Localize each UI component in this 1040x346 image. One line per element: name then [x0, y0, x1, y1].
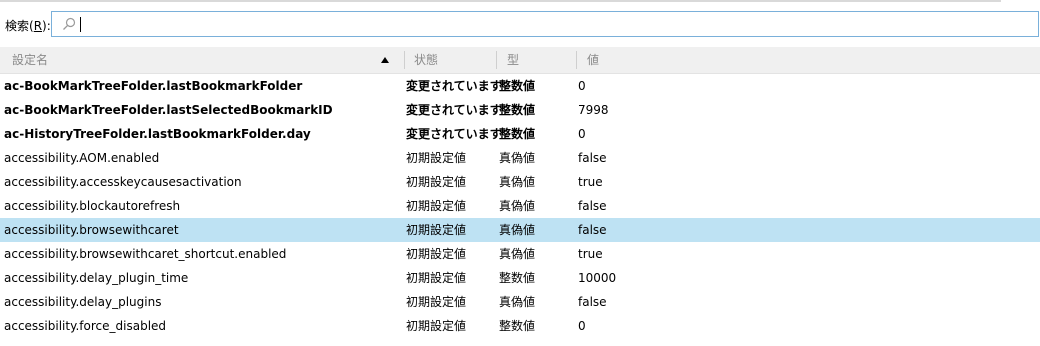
- table-body: ac-BookMarkTreeFolder.lastBookmarkFolder…: [0, 74, 1040, 338]
- pref-name: accessibility.accesskeycausesactivation: [4, 175, 242, 189]
- pref-status: 変更されています: [406, 79, 502, 93]
- pref-status: 変更されています: [406, 127, 502, 141]
- pref-name: accessibility.delay_plugins: [4, 295, 162, 309]
- pref-value: 0: [578, 319, 586, 333]
- pref-status: 初期設定値: [406, 295, 467, 309]
- table-row[interactable]: accessibility.delay_plugin_time 初期設定値 整数値 1…: [0, 266, 1040, 290]
- table-row[interactable]: accessibility.delay_plugins 初期設定値 真偽値 false: [0, 290, 1040, 314]
- preferences-table: 設定名 状態 型 値 ac-BookMarkTreeFolder.lastBoo…: [0, 47, 1040, 338]
- search-icon: [63, 17, 76, 30]
- pref-type: 整数値: [499, 271, 536, 285]
- pref-status: 初期設定値: [406, 319, 467, 333]
- pref-type: 整数値: [499, 79, 536, 93]
- pref-status: 初期設定値: [406, 151, 467, 165]
- pref-status: 変更されています: [406, 103, 502, 117]
- pref-name: accessibility.delay_plugin_time: [4, 271, 189, 285]
- pref-type: 真偽値: [499, 295, 536, 309]
- column-divider[interactable]: [496, 51, 497, 69]
- pref-type: 真偽値: [499, 223, 536, 237]
- pref-value: 10000: [578, 271, 617, 285]
- pref-status: 初期設定値: [406, 175, 467, 189]
- pref-status: 初期設定値: [406, 199, 467, 213]
- pref-value: 0: [578, 127, 586, 141]
- pref-type: 真偽値: [499, 199, 536, 213]
- pref-name: accessibility.force_disabled: [4, 319, 167, 333]
- pref-type: 整数値: [499, 103, 536, 117]
- pref-type: 整数値: [499, 127, 536, 141]
- table-row[interactable]: accessibility.browsewithcaret 初期設定値 真偽値 fal…: [0, 218, 1040, 242]
- pref-status: 初期設定値: [406, 271, 467, 285]
- pref-value: false: [578, 199, 607, 213]
- pref-name: accessibility.browsewithcaret_shortcut.e…: [4, 247, 287, 261]
- pref-name: accessibility.AOM.enabled: [4, 151, 160, 165]
- column-header-type[interactable]: 型: [507, 47, 519, 73]
- column-header-name[interactable]: 設定名: [12, 47, 48, 73]
- table-row[interactable]: ac-HistoryTreeFolder.lastBookmarkFolder.…: [0, 122, 1040, 146]
- pref-type: 真偽値: [499, 247, 536, 261]
- pref-status: 初期設定値: [406, 247, 467, 261]
- pref-value: true: [578, 175, 603, 189]
- sort-ascending-icon: [381, 57, 389, 63]
- search-label: 検索(R):: [5, 19, 51, 33]
- pref-value: 0: [578, 79, 586, 93]
- column-divider[interactable]: [404, 51, 405, 69]
- text-caret: [80, 17, 81, 32]
- pref-name: ac-BookMarkTreeFolder.lastSelectedBookma…: [4, 103, 333, 117]
- table-row[interactable]: accessibility.browsewithcaret_shortcut.e…: [0, 242, 1040, 266]
- table-row[interactable]: ac-BookMarkTreeFolder.lastBookmarkFolder…: [0, 74, 1040, 98]
- table-row[interactable]: accessibility.accesskeycausesactivation 初…: [0, 170, 1040, 194]
- pref-status: 初期設定値: [406, 223, 467, 237]
- table-row[interactable]: accessibility.force_disabled 初期設定値 整数値 0: [0, 314, 1040, 338]
- pref-value: false: [578, 295, 607, 309]
- pref-name: ac-HistoryTreeFolder.lastBookmarkFolder.…: [4, 127, 311, 141]
- pref-name: ac-BookMarkTreeFolder.lastBookmarkFolder: [4, 79, 303, 93]
- pref-type: 真偽値: [499, 175, 536, 189]
- pref-value: false: [578, 151, 607, 165]
- search-bar: 検索(R):: [0, 8, 1040, 40]
- table-row[interactable]: accessibility.blockautorefresh 初期設定値 真偽値 fa…: [0, 194, 1040, 218]
- column-header-value[interactable]: 値: [587, 47, 599, 73]
- pref-type: 整数値: [499, 319, 536, 333]
- pref-value: true: [578, 247, 603, 261]
- search-input[interactable]: [51, 11, 1039, 37]
- table-row[interactable]: accessibility.AOM.enabled 初期設定値 真偽値 false: [0, 146, 1040, 170]
- pref-value: 7998: [578, 103, 609, 117]
- table-header: 設定名 状態 型 値: [0, 47, 1040, 74]
- pref-name: accessibility.browsewithcaret: [4, 223, 179, 237]
- pref-name: accessibility.blockautorefresh: [4, 199, 181, 213]
- column-divider[interactable]: [576, 51, 577, 69]
- pref-type: 真偽値: [499, 151, 536, 165]
- top-divider: [0, 0, 1040, 6]
- table-row[interactable]: ac-BookMarkTreeFolder.lastSelectedBookma…: [0, 98, 1040, 122]
- pref-value: false: [578, 223, 607, 237]
- column-header-status[interactable]: 状態: [414, 47, 438, 73]
